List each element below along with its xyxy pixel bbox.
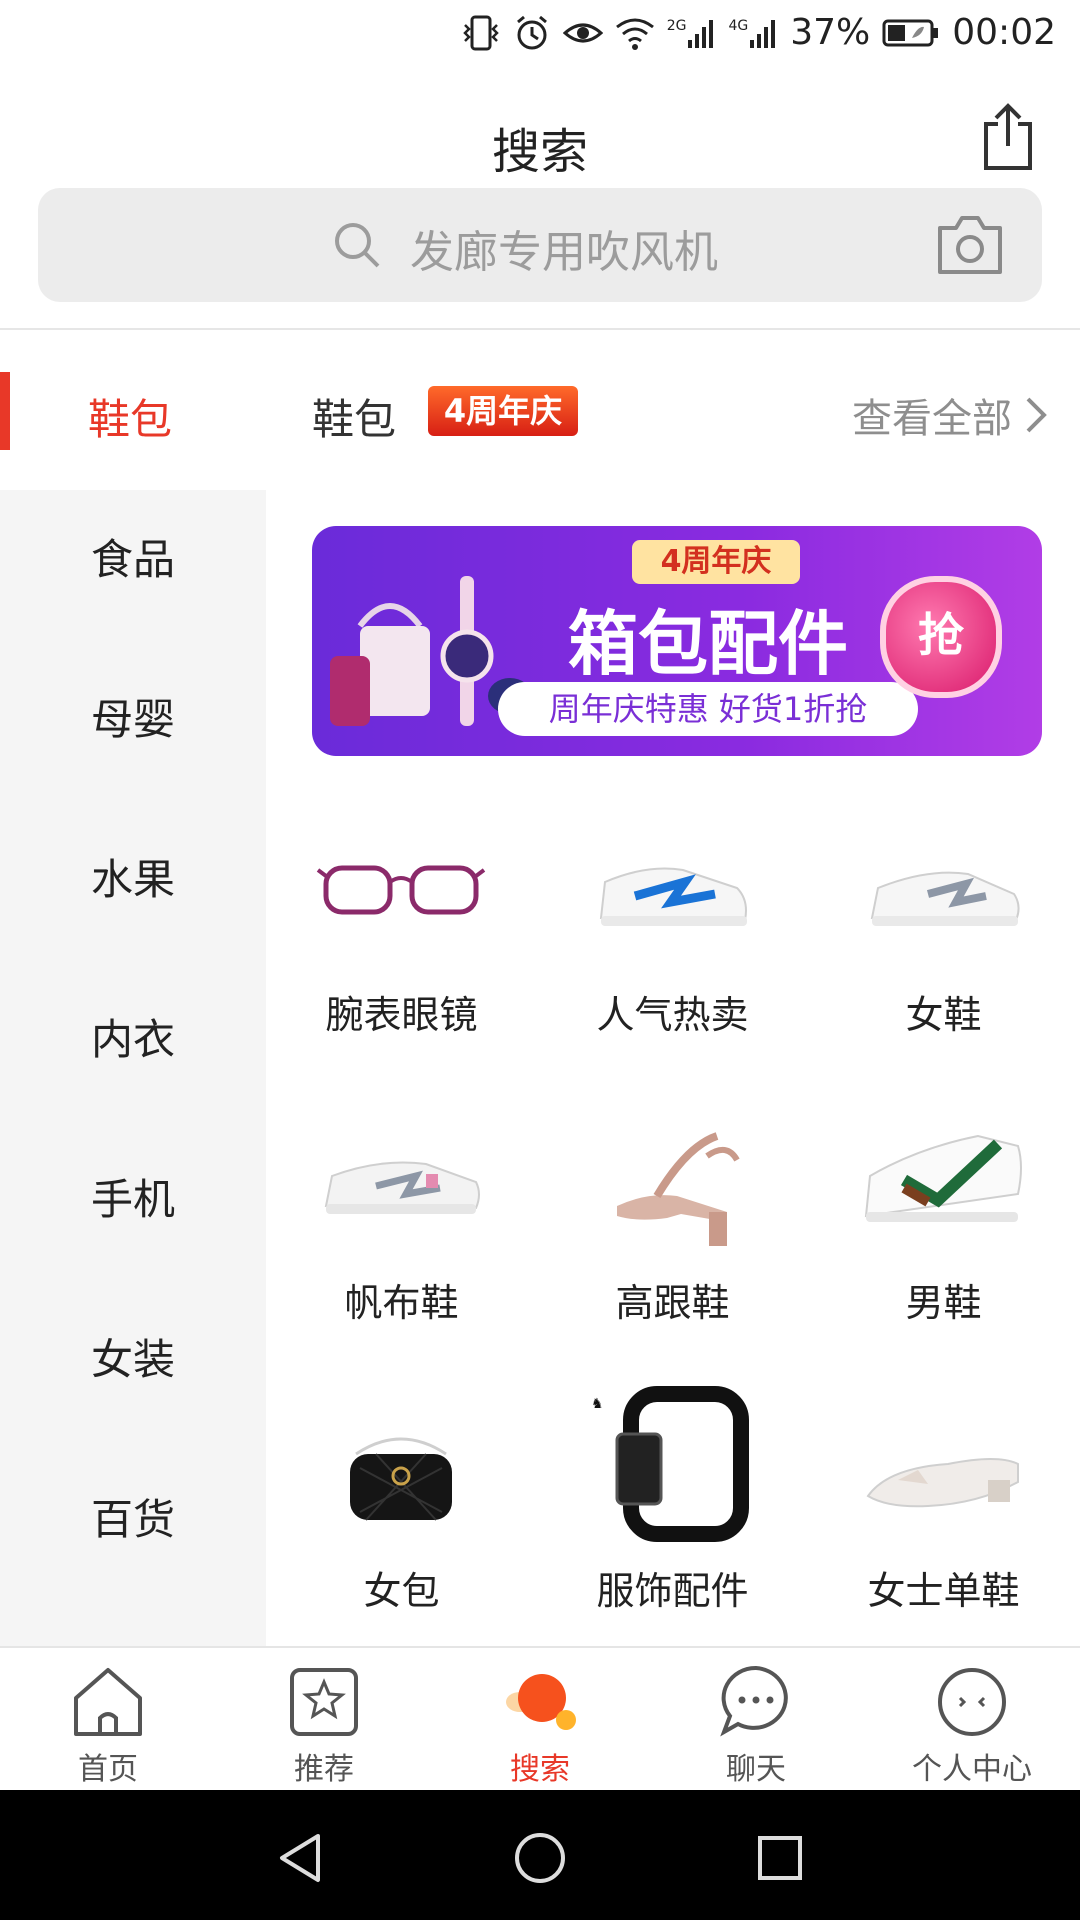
clock: 00:02 xyxy=(952,12,1056,53)
subcategory-item[interactable]: 女士单鞋 xyxy=(808,1366,1079,1646)
subcategory-item[interactable]: 男鞋 xyxy=(808,1078,1079,1358)
nav-label: 首页 xyxy=(78,1752,138,1787)
recents-icon[interactable] xyxy=(752,1830,808,1886)
svg-text:♞: ♞ xyxy=(591,1396,604,1412)
nav-recommend[interactable]: 推荐 xyxy=(216,1662,432,1787)
sneaker-grey-image xyxy=(870,871,1020,926)
sidebar-item-label: 鞋包 xyxy=(88,395,173,444)
sidebar-item[interactable]: 手机 xyxy=(0,1160,266,1240)
subcategory-label: 服饰配件 xyxy=(596,1569,749,1613)
view-all-label: 查看全部 xyxy=(852,396,1012,442)
signal-4g: 4G xyxy=(728,18,778,48)
signal-bars-icon xyxy=(750,19,776,48)
battery-percent: 37% xyxy=(790,12,871,53)
canvas-shoe-image xyxy=(324,1161,480,1214)
vibrate-icon xyxy=(462,15,499,50)
subcategory-label: 女士单鞋 xyxy=(867,1569,1020,1613)
status-bar: 2G 4G 37% 00:02 xyxy=(0,0,1080,72)
system-nav-bar xyxy=(0,1790,1080,1920)
search-icon xyxy=(335,223,380,268)
sidebar-item[interactable]: 百货 xyxy=(0,1480,266,1560)
handbag-image xyxy=(350,1437,452,1521)
nav-chat[interactable]: 聊天 xyxy=(648,1662,864,1787)
chevron-right-icon xyxy=(1026,397,1047,433)
alarm-icon xyxy=(516,15,547,49)
nav-label: 搜索 xyxy=(510,1752,570,1787)
sidebar-item[interactable]: 女装 xyxy=(0,1320,266,1400)
nav-home[interactable]: 首页 xyxy=(0,1662,216,1787)
status-icons: 2G 4G 37% 00:02 xyxy=(461,12,1056,53)
chat-icon xyxy=(720,1665,788,1737)
home-button-icon[interactable] xyxy=(512,1830,568,1886)
eye-icon xyxy=(562,23,603,42)
battery-icon xyxy=(882,19,939,46)
sneaker-green-image xyxy=(864,1134,1022,1222)
camera-icon[interactable] xyxy=(936,214,1004,276)
subcategory-label: 帆布鞋 xyxy=(344,1281,459,1325)
nav-profile[interactable]: 个人中心 xyxy=(864,1662,1080,1787)
back-icon[interactable] xyxy=(272,1830,328,1886)
sidebar-item[interactable]: 食品 xyxy=(0,520,266,600)
subcategory-item[interactable]: 腕表眼镜 xyxy=(266,790,537,1070)
sidebar-item[interactable]: 母婴 xyxy=(0,680,266,760)
subcategory-item[interactable]: 女鞋 xyxy=(808,790,1079,1070)
active-indicator xyxy=(0,372,10,450)
nav-label: 聊天 xyxy=(726,1752,786,1787)
signal-2g-label: 2G xyxy=(666,17,687,34)
subcategory-label: 女鞋 xyxy=(905,993,982,1037)
subcategory-label: 腕表眼镜 xyxy=(325,993,478,1037)
subcategory-item[interactable]: 帆布鞋 xyxy=(266,1078,537,1358)
sidebar-item[interactable]: 水果 xyxy=(0,840,266,920)
wifi-icon xyxy=(615,18,654,50)
flat-shoe-image xyxy=(866,1458,1019,1508)
search-input[interactable]: 发廊专用吹风机 xyxy=(38,188,1042,302)
subcategory-label: 女包 xyxy=(363,1569,440,1613)
promo-banner[interactable]: 4周年庆 箱包配件 周年庆特惠 好货1折抢 抢 xyxy=(312,526,1042,756)
profile-icon xyxy=(938,1668,1006,1736)
subcategory-label: 人气热卖 xyxy=(596,993,749,1037)
banner-badge: 4周年庆 xyxy=(632,540,800,584)
subcategory-item[interactable]: ♞ 服饰配件 xyxy=(537,1366,808,1646)
nav-search[interactable]: 搜索 xyxy=(432,1662,648,1787)
glasses-image xyxy=(316,865,486,915)
banner-subtitle: 周年庆特惠 好货1折抢 xyxy=(498,682,918,736)
section-title: 鞋包 xyxy=(312,395,397,444)
share-icon[interactable] xyxy=(976,102,1040,174)
search-placeholder: 发廊专用吹风机 xyxy=(410,227,718,278)
grab-button[interactable]: 抢 xyxy=(880,576,1002,698)
category-header-row: 鞋包 鞋包 4周年庆 查看全部 xyxy=(0,330,1080,490)
nav-label: 个人中心 xyxy=(912,1752,1032,1787)
star-icon xyxy=(290,1668,358,1736)
heel-sandal-image xyxy=(617,1132,740,1246)
subcategory-label: 高跟鞋 xyxy=(615,1281,730,1325)
nav-label: 推荐 xyxy=(294,1752,354,1787)
belt-image: ♞ xyxy=(591,1386,749,1542)
subcategory-item[interactable]: 女包 xyxy=(266,1366,537,1646)
view-all-link[interactable]: 查看全部 xyxy=(852,386,1050,444)
category-sidebar: 食品 母婴 水果 内衣 手机 女装 百货 xyxy=(0,490,266,1646)
bottom-nav: 首页 推荐 搜索 聊天 个人中心 xyxy=(0,1646,1080,1792)
sidebar-item[interactable]: 内衣 xyxy=(0,1000,266,1080)
home-icon xyxy=(74,1668,142,1736)
category-content: 4周年庆 箱包配件 周年庆特惠 好货1折抢 抢 腕表眼镜 人气热卖 女鞋 帆布鞋… xyxy=(266,490,1080,1646)
header: 搜索 xyxy=(0,72,1080,192)
banner-title: 箱包配件 xyxy=(568,603,848,685)
signal-4g-label: 4G xyxy=(728,17,749,34)
signal-bars-icon xyxy=(688,19,714,48)
signal-2g: 2G xyxy=(667,18,717,48)
subcategory-item[interactable]: 人气热卖 xyxy=(537,790,808,1070)
subcategory-item[interactable]: 高跟鞋 xyxy=(537,1078,808,1358)
sneaker-blue-image xyxy=(599,867,747,926)
subcategory-label: 男鞋 xyxy=(905,1281,982,1325)
sidebar-item-active[interactable]: 鞋包 xyxy=(0,372,266,450)
page-title: 搜索 xyxy=(491,124,588,180)
anniversary-badge: 4周年庆 xyxy=(428,386,578,436)
search-ball-icon xyxy=(506,1674,576,1730)
